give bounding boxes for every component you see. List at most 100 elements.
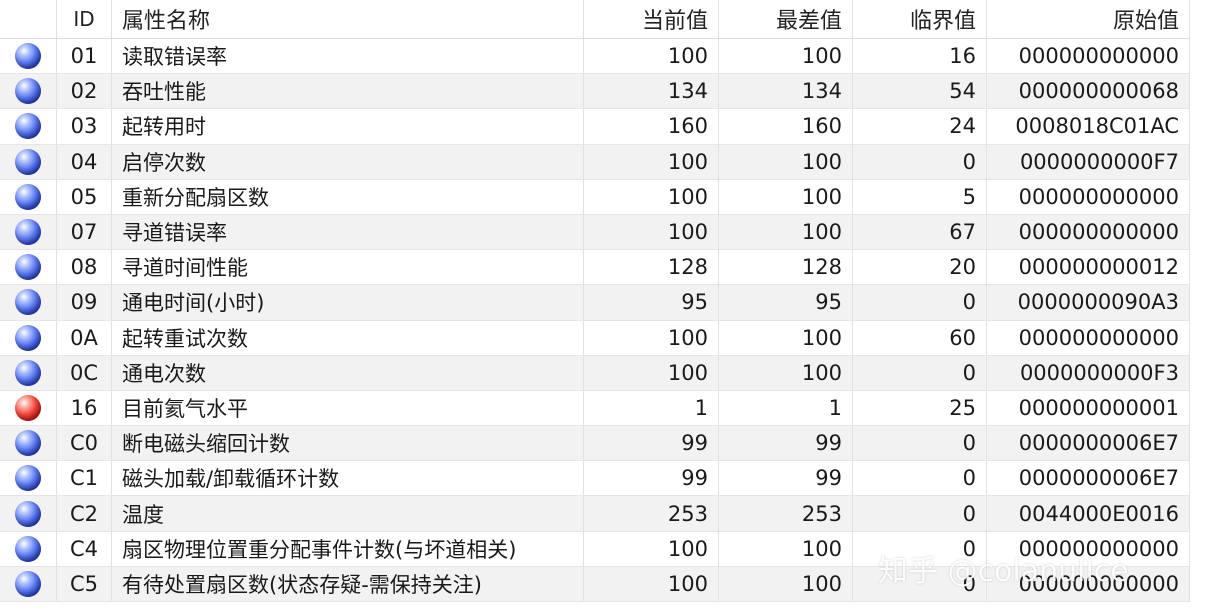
attribute-id: C1 — [57, 461, 112, 496]
status-cell — [0, 566, 57, 601]
attribute-name: 磁头加载/卸载循环计数 — [112, 461, 584, 496]
attribute-name: 有待处置扇区数(状态存疑-需保持关注) — [112, 566, 584, 601]
threshold-value: 0 — [853, 355, 987, 390]
raw-value: 0000000000F7 — [987, 144, 1190, 179]
status-ok-orb-icon — [15, 500, 41, 527]
table-row[interactable]: C2 温度 253 253 0 0044000E0016 — [0, 496, 1190, 532]
status-ok-orb-icon — [15, 148, 41, 175]
threshold-value: 0 — [853, 496, 987, 531]
status-ok-orb-icon — [15, 183, 41, 210]
status-cell — [0, 390, 57, 426]
threshold-value: 0 — [853, 285, 987, 320]
status-ok-orb-icon — [15, 570, 41, 597]
table-row[interactable]: C1 磁头加载/卸载循环计数 99 99 0 0000000006E7 — [0, 461, 1190, 497]
raw-value: 000000000000 — [987, 320, 1190, 355]
table-row[interactable]: 16 目前氦气水平 1 1 25 000000000001 — [0, 390, 1190, 427]
worst-value: 100 — [719, 355, 853, 390]
status-cell — [0, 144, 57, 179]
worst-value: 99 — [719, 426, 853, 461]
attribute-id: 16 — [57, 390, 112, 426]
current-value: 100 — [584, 320, 719, 355]
threshold-value: 24 — [853, 109, 987, 144]
current-value: 100 — [584, 214, 719, 250]
table-body: 01 读取错误率 100 100 16 000000000000 02 吞吐性能 134 134 5… — [0, 39, 1190, 602]
header-worst-value[interactable]: 最差值 — [719, 0, 853, 38]
raw-value: 000000000001 — [987, 390, 1190, 426]
status-ok-orb-icon — [15, 78, 41, 105]
attribute-name: 目前氦气水平 — [112, 390, 584, 426]
status-cell — [0, 320, 57, 355]
table-row[interactable]: 04 启停次数 100 100 0 0000000000F7 — [0, 144, 1190, 180]
worst-value: 160 — [719, 109, 853, 144]
current-value: 253 — [584, 496, 719, 531]
table-row[interactable]: 01 读取错误率 100 100 16 000000000000 — [0, 39, 1190, 75]
raw-value: 000000000012 — [987, 250, 1190, 285]
attribute-id: 01 — [57, 39, 112, 74]
current-value: 100 — [584, 531, 719, 566]
table-row[interactable]: 0A 起转重试次数 100 100 60 000000000000 — [0, 320, 1190, 356]
attribute-name: 通电时间(小时) — [112, 285, 584, 320]
table-row[interactable]: C0 断电磁头缩回计数 99 99 0 0000000006E7 — [0, 426, 1190, 462]
status-ok-orb-icon — [15, 324, 41, 351]
attribute-id: 04 — [57, 144, 112, 179]
table-row[interactable]: 07 寻道错误率 100 100 67 000000000000 — [0, 214, 1190, 251]
smart-attribute-table: ID 属性名称 当前值 最差值 临界值 原始值 01 读取错误率 100 100 16 0… — [0, 0, 1190, 602]
raw-value: 000000000000 — [987, 179, 1190, 214]
attribute-name: 启停次数 — [112, 144, 584, 179]
threshold-value: 54 — [853, 74, 987, 109]
status-cell — [0, 109, 57, 144]
status-cell — [0, 496, 57, 531]
current-value: 100 — [584, 566, 719, 601]
attribute-id: 0A — [57, 320, 112, 355]
table-row[interactable]: 02 吞吐性能 134 134 54 000000000068 — [0, 74, 1190, 110]
worst-value: 253 — [719, 496, 853, 531]
table-row[interactable]: 09 通电时间(小时) 95 95 0 0000000090A3 — [0, 285, 1190, 321]
table-row[interactable]: 08 寻道时间性能 128 128 20 000000000012 — [0, 250, 1190, 286]
raw-value: 0000000090A3 — [987, 285, 1190, 320]
status-cell — [0, 250, 57, 285]
worst-value: 100 — [719, 566, 853, 601]
attribute-id: 0C — [57, 355, 112, 390]
threshold-value: 67 — [853, 214, 987, 250]
raw-value: 000000000000 — [987, 214, 1190, 250]
status-ok-orb-icon — [15, 359, 41, 386]
table-row[interactable]: 0C 通电次数 100 100 0 0000000000F3 — [0, 355, 1190, 391]
status-cell — [0, 285, 57, 320]
header-id[interactable]: ID — [57, 0, 112, 38]
raw-value: 0000000006E7 — [987, 461, 1190, 496]
table-row[interactable]: 05 重新分配扇区数 100 100 5 000000000000 — [0, 179, 1190, 215]
attribute-id: 03 — [57, 109, 112, 144]
attribute-id: 08 — [57, 250, 112, 285]
current-value: 128 — [584, 250, 719, 285]
threshold-value: 5 — [853, 179, 987, 214]
header-attribute-name[interactable]: 属性名称 — [112, 0, 584, 38]
header-current-value[interactable]: 当前值 — [584, 0, 719, 38]
worst-value: 1 — [719, 390, 853, 426]
threshold-value: 0 — [853, 426, 987, 461]
status-ok-orb-icon — [15, 43, 41, 70]
threshold-value: 60 — [853, 320, 987, 355]
status-ok-orb-icon — [15, 535, 41, 562]
raw-value: 0008018C01AC — [987, 109, 1190, 144]
worst-value: 100 — [719, 531, 853, 566]
status-cell — [0, 355, 57, 390]
attribute-name: 通电次数 — [112, 355, 584, 390]
status-ok-orb-icon — [15, 430, 41, 457]
watermark: 知乎 @colanullce — [878, 554, 1129, 589]
attribute-name: 重新分配扇区数 — [112, 179, 584, 214]
status-ok-orb-icon — [15, 219, 41, 246]
attribute-id: C2 — [57, 496, 112, 531]
raw-value: 0000000000F3 — [987, 355, 1190, 390]
header-status[interactable] — [0, 0, 57, 38]
current-value: 1 — [584, 390, 719, 426]
header-raw-value[interactable]: 原始值 — [987, 0, 1190, 38]
current-value: 100 — [584, 144, 719, 179]
attribute-id: 05 — [57, 179, 112, 214]
worst-value: 100 — [719, 39, 853, 74]
threshold-value: 20 — [853, 250, 987, 285]
worst-value: 100 — [719, 179, 853, 214]
attribute-name: 扇区物理位置重分配事件计数(与坏道相关) — [112, 531, 584, 566]
header-threshold[interactable]: 临界值 — [853, 0, 987, 38]
table-row[interactable]: 03 起转用时 160 160 24 0008018C01AC — [0, 109, 1190, 145]
worst-value: 100 — [719, 144, 853, 179]
